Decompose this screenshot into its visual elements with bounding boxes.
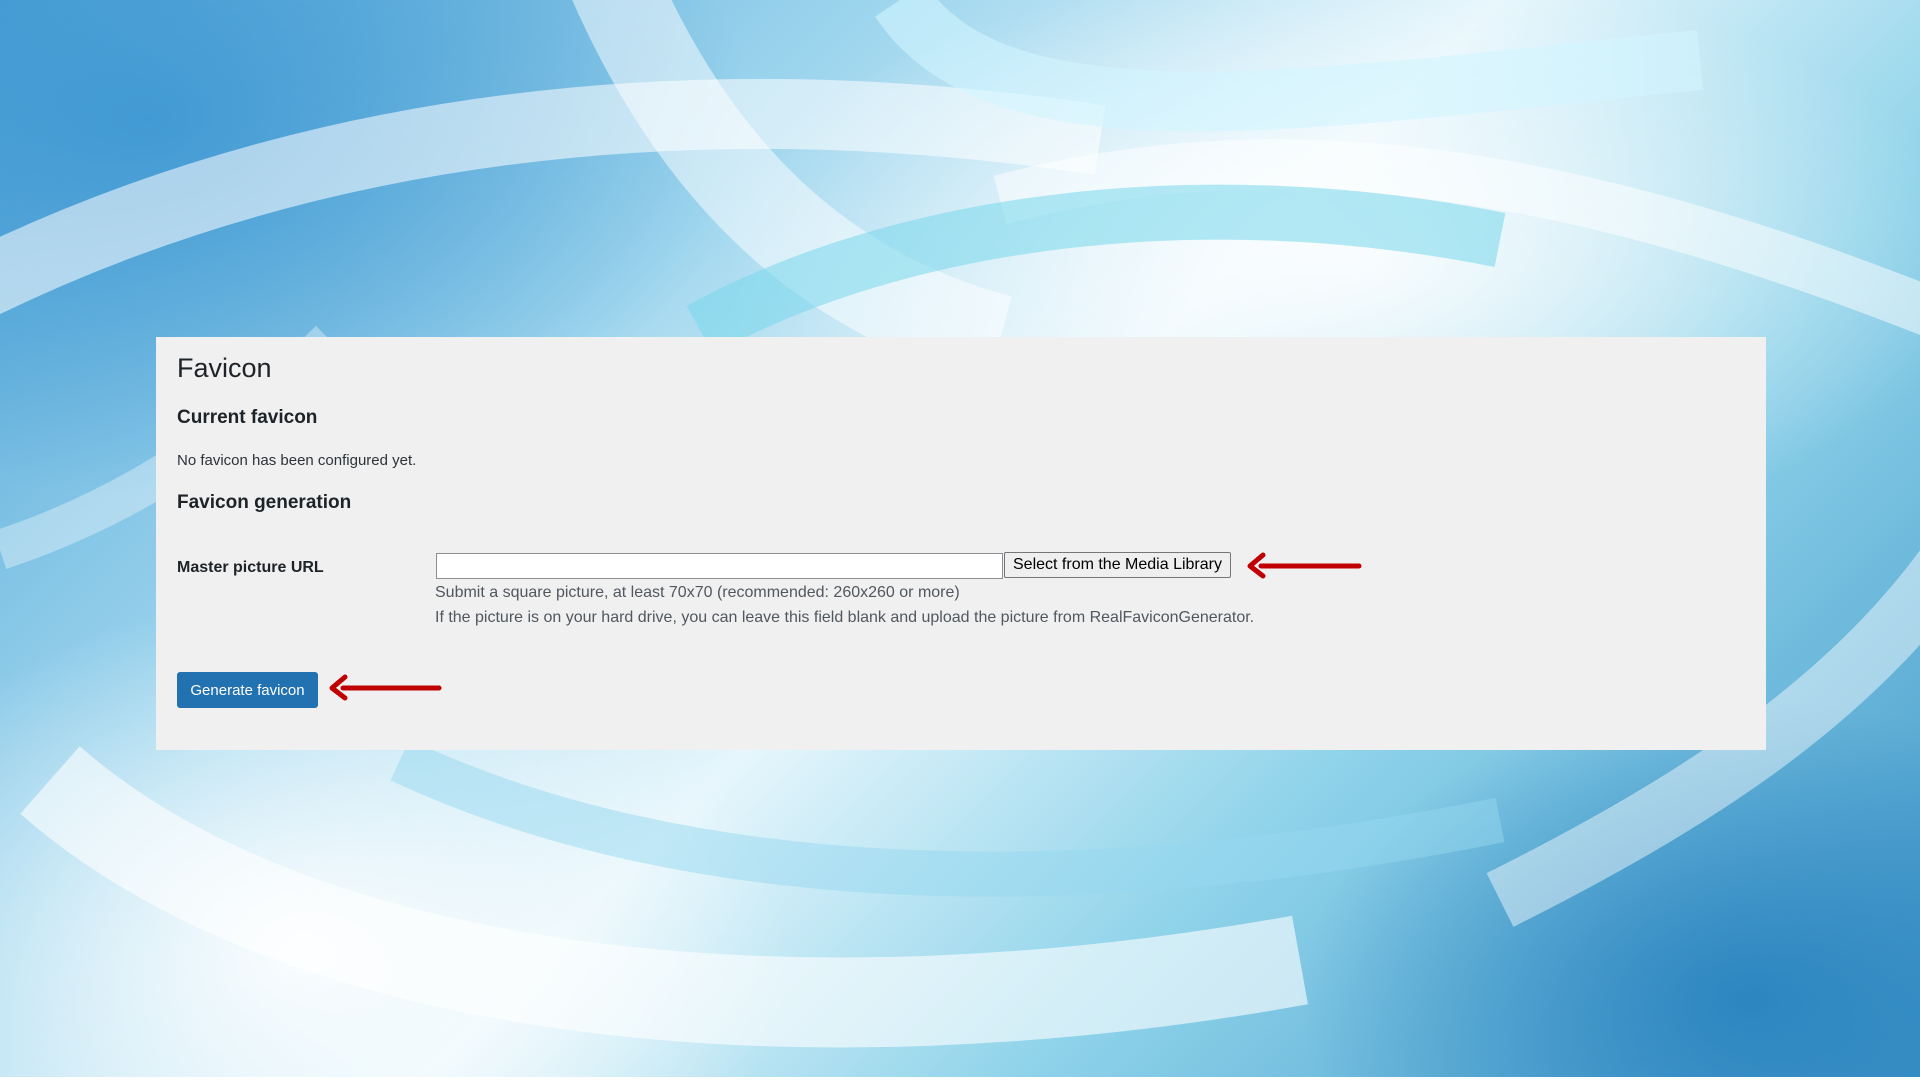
master-picture-help-text: Submit a square picture, at least 70x70 …	[435, 584, 960, 601]
favicon-generation-heading: Favicon generation	[177, 492, 352, 513]
master-picture-url-input[interactable]	[436, 553, 1003, 579]
left-arrow-icon	[1247, 552, 1362, 579]
generate-favicon-button[interactable]: Generate favicon	[177, 672, 318, 708]
master-picture-url-label: Master picture URL	[177, 559, 324, 576]
left-arrow-icon	[329, 674, 442, 701]
screen: Favicon Current favicon No favicon has b…	[0, 0, 1920, 1080]
current-favicon-heading: Current favicon	[177, 407, 318, 428]
master-picture-upload-hint: If the picture is on your hard drive, yo…	[435, 609, 1255, 626]
select-from-media-library-button[interactable]: Select from the Media Library	[1004, 552, 1231, 578]
favicon-status-text: No favicon has been configured yet.	[177, 452, 417, 469]
page-title: Favicon	[177, 353, 272, 383]
